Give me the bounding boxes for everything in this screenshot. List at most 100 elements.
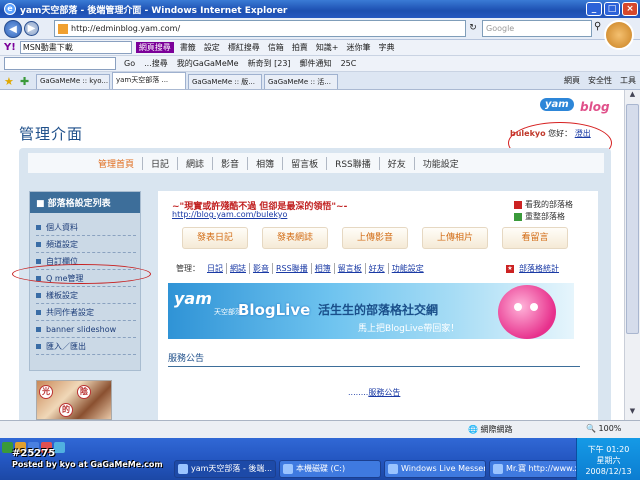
safety-menu[interactable]: 安全性 <box>588 75 612 86</box>
window-title: yam天空部落 - 後端管理介面 - Windows Internet Expl… <box>20 5 288 16</box>
nav-rss[interactable]: RSS聯播 <box>327 156 380 170</box>
toolbar-item[interactable]: 字典 <box>379 42 395 53</box>
sidebar-item-coauthor[interactable]: 共同作者設定 <box>36 304 136 321</box>
manage-link[interactable]: 相簿 <box>312 263 335 274</box>
manage-label: 管理： <box>176 264 200 273</box>
sidebar-item-slideshow[interactable]: banner slideshow <box>36 321 136 338</box>
nav-friends[interactable]: 好友 <box>380 156 415 170</box>
sidebar-arrow-icon: ■ <box>36 199 48 209</box>
bloglive-ad-banner[interactable]: yam 天空部落 BlogLive 活生生的部落格社交網 馬上把BlogLive… <box>168 283 574 339</box>
sidebar-item-profile[interactable]: 個人資料 <box>36 219 136 236</box>
browser-tab[interactable]: GaGaMeMe :: 版... <box>188 74 262 89</box>
toolbar2-item[interactable]: Go <box>124 59 135 68</box>
quick-launch-icon[interactable] <box>54 442 65 453</box>
page-menu[interactable]: 網頁 <box>564 75 580 86</box>
blog-side-links: 看我的部落格 重整部落格 <box>514 199 573 223</box>
toolbar2-item[interactable]: ...搜尋 <box>144 58 168 69</box>
manage-link[interactable]: RSS聯播 <box>273 263 312 274</box>
blog-url-link[interactable]: http://blog.yam.com/bulekyo <box>172 210 287 219</box>
nav-video[interactable]: 影音 <box>213 156 249 170</box>
address-bar[interactable]: http://edminblog.yam.com/ <box>54 20 466 37</box>
toolbar-item[interactable]: 標紅搜尋 <box>228 42 260 53</box>
tab-tools: 網頁 安全性 工具 <box>564 75 640 86</box>
watermark-number: #25275 <box>12 448 56 459</box>
back-button[interactable]: ◀ <box>4 19 22 38</box>
scroll-down-icon[interactable]: ▼ <box>626 407 639 420</box>
yahoo-search-button[interactable]: 網頁搜尋 <box>135 42 174 53</box>
post-diary-button[interactable]: 發表日記 <box>182 227 248 249</box>
toolbar-item[interactable]: 設定 <box>204 42 220 53</box>
main-nav: 管理首頁 日記 網誌 影音 相簿 留言板 RSS聯播 好友 功能設定 <box>28 153 604 173</box>
toolbar2-item[interactable]: 我的GaGaMeMe <box>177 58 239 69</box>
notice-link[interactable]: 服務公告 <box>368 388 400 397</box>
nav-settings[interactable]: 功能設定 <box>415 157 467 170</box>
upload-video-button[interactable]: 上傳影音 <box>342 227 408 249</box>
taskbar-button-ie[interactable]: yam天空部落 - 後端... <box>174 460 276 478</box>
sidebar-item-channel[interactable]: 頻道設定 <box>36 236 136 253</box>
sidebar-item-template[interactable]: 樣板設定 <box>36 287 136 304</box>
browser-tab[interactable]: GaGaMeMe :: 活... <box>264 74 338 89</box>
nav-diary[interactable]: 日記 <box>143 156 179 170</box>
toolbar-item[interactable]: 信箱 <box>268 42 284 53</box>
manage-link[interactable]: 日記 <box>204 263 227 274</box>
post-blog-button[interactable]: 發表網誌 <box>262 227 328 249</box>
refresh-icon[interactable]: ↻ <box>466 21 480 35</box>
toolbar2-item[interactable]: 郵件通知 <box>300 58 332 69</box>
bullet-icon <box>36 292 41 298</box>
toolbar2-input[interactable] <box>4 57 116 70</box>
upload-photo-button[interactable]: 上傳相片 <box>422 227 488 249</box>
tools-menu[interactable]: 工具 <box>620 75 636 86</box>
yam-blog-logo[interactable]: yam blog <box>540 96 612 122</box>
scroll-up-icon[interactable]: ▲ <box>626 90 639 103</box>
toolbar-item[interactable]: 知識+ <box>316 42 339 53</box>
user-avatar-icon <box>604 20 634 50</box>
yahoo-logo[interactable]: Y! <box>4 42 16 53</box>
nav-guestbook[interactable]: 留言板 <box>283 156 328 170</box>
toolbar-item[interactable]: 拍賣 <box>292 42 308 53</box>
bullet-icon <box>36 241 41 247</box>
clock-date: 2008/12/13 <box>585 467 632 476</box>
manage-link[interactable]: 功能設定 <box>389 263 427 274</box>
manage-link[interactable]: 網誌 <box>227 263 250 274</box>
scroll-thumb[interactable] <box>626 104 639 334</box>
notice-line: ........服務公告 <box>348 388 401 397</box>
toolbar-item[interactable]: 書籤 <box>180 42 196 53</box>
forward-button[interactable]: ▶ <box>24 21 39 36</box>
system-tray-clock[interactable]: 下午 01:20 星期六 2008/12/13 <box>576 438 640 480</box>
nav-home[interactable]: 管理首頁 <box>90 156 144 170</box>
taskbar-button-explorer[interactable]: 本機磁碟 (C:) <box>279 460 381 478</box>
address-row: ◀ ▶ http://edminblog.yam.com/ ↻ ✕ Google… <box>0 18 640 40</box>
manage-link[interactable]: 好友 <box>366 263 389 274</box>
sidebar-item-import-export[interactable]: 匯入／匯出 <box>36 338 136 355</box>
toolbar2-item[interactable]: 25C <box>341 59 357 68</box>
globe-icon: 🌐 <box>468 425 481 434</box>
add-favorites-icon[interactable]: ✚ <box>20 75 32 89</box>
blog-stats-link[interactable]: 部落格統計 <box>519 263 559 274</box>
manage-link[interactable]: 影音 <box>250 263 273 274</box>
favorites-star-icon[interactable]: ★ <box>4 75 16 89</box>
manage-link[interactable]: 留言板 <box>335 263 366 274</box>
banner-image[interactable]: 光 陰 的 <box>36 380 112 420</box>
view-comments-button[interactable]: 看留言 <box>502 227 568 249</box>
maximize-button[interactable]: □ <box>604 2 620 16</box>
page-content: yam blog 管理介面 bulekyo 您好： 澄出 管理首頁 日記 網誌 影… <box>0 90 624 420</box>
browser-tab[interactable]: GaGaMeMe :: kyo... <box>36 74 110 89</box>
yahoo-search-input[interactable]: MSN動畫下載 <box>19 41 132 54</box>
close-button[interactable]: × <box>622 2 638 16</box>
minimize-button[interactable]: _ <box>586 2 602 16</box>
nav-blog[interactable]: 網誌 <box>178 156 214 170</box>
status-bar: 🌐 網際網路 🔍 100% <box>0 420 640 438</box>
refresh-blog-link[interactable]: 重整部落格 <box>514 211 573 223</box>
toolbar-item[interactable]: 迷你筆 <box>347 42 371 53</box>
toolbar2-item[interactable]: 新奇到 [23] <box>248 58 291 69</box>
banner-char: 陰 <box>77 385 91 399</box>
taskbar-button-messenger[interactable]: Windows Live Messen... <box>384 460 486 478</box>
favicon-icon <box>58 23 68 34</box>
taskbar-buttons: yam天空部落 - 後端... 本機磁碟 (C:) Windows Live M… <box>174 460 591 478</box>
search-input[interactable]: Google <box>482 20 592 37</box>
vertical-scrollbar[interactable]: ▲ ▼ <box>624 90 640 420</box>
view-blog-link[interactable]: 看我的部落格 <box>514 199 573 211</box>
browser-tab-active[interactable]: yam天空部落 ... <box>112 72 186 89</box>
nav-album[interactable]: 相簿 <box>248 156 284 170</box>
zoom-level[interactable]: 🔍 100% <box>586 424 621 433</box>
